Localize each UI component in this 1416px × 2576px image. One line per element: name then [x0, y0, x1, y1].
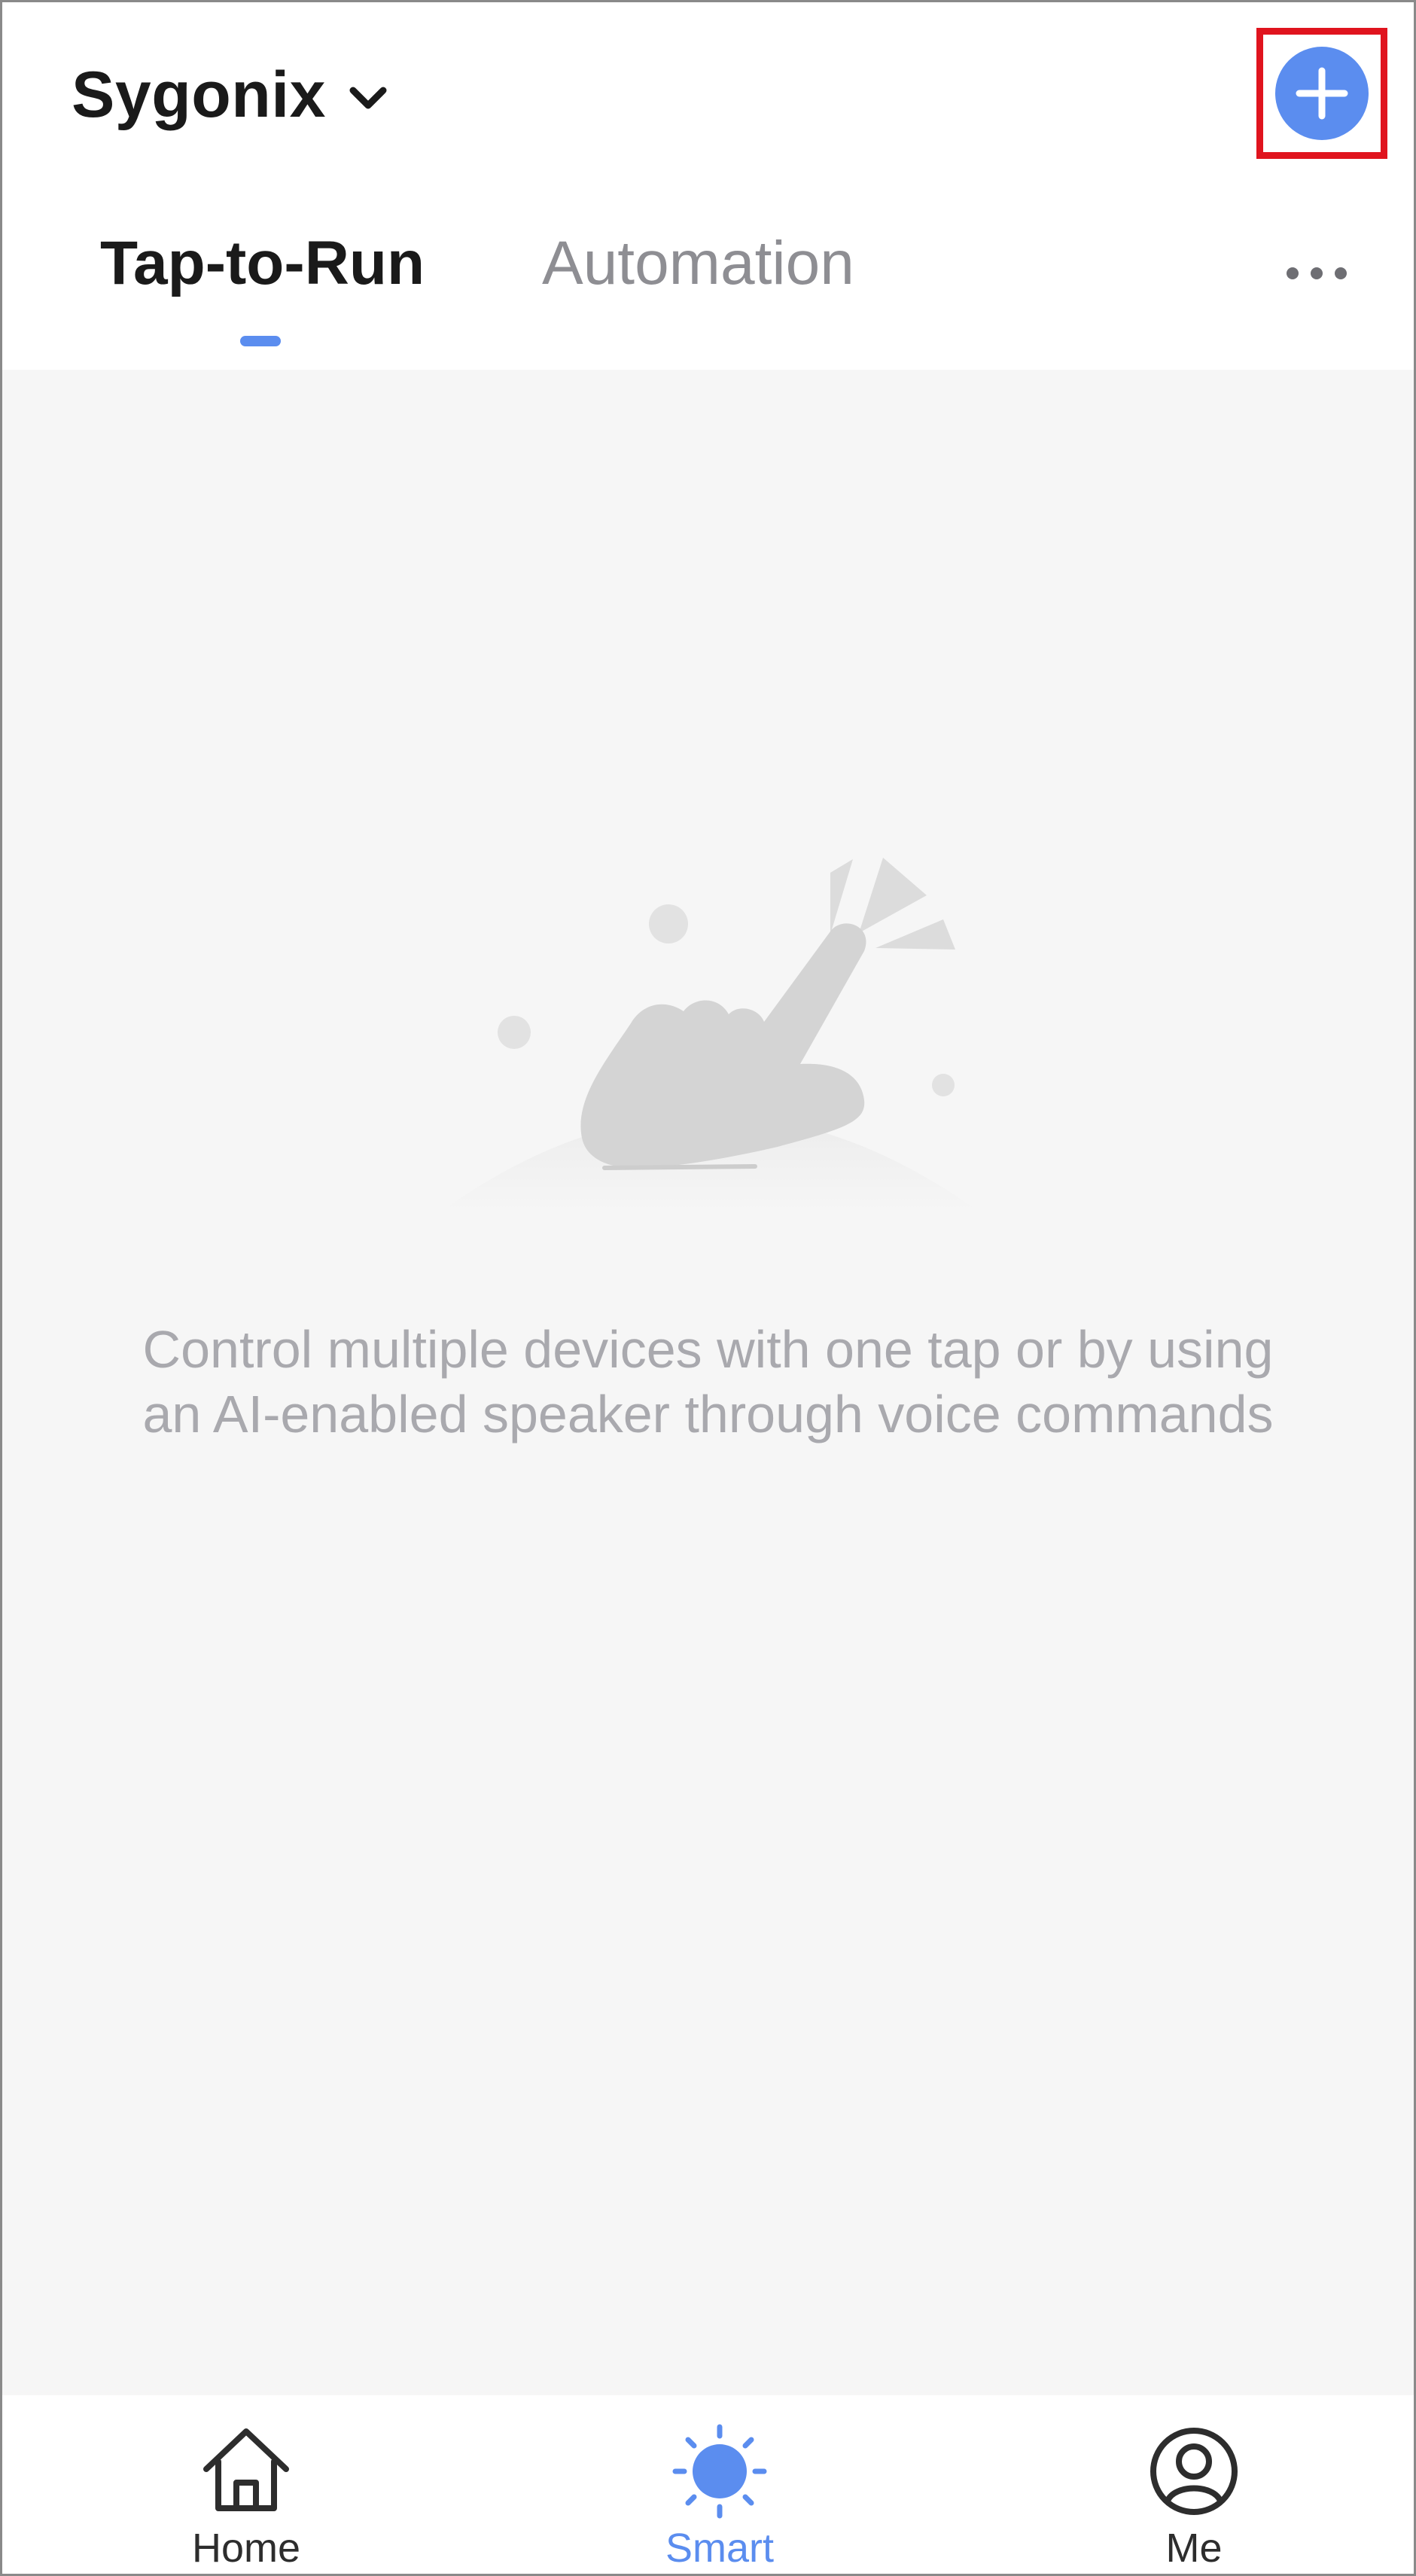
- empty-state-area: Control multiple devices with one tap or…: [2, 370, 1414, 2395]
- tab-tap-to-run[interactable]: Tap-to-Run: [100, 228, 425, 299]
- plus-circle-icon: [1296, 67, 1348, 120]
- add-scene-button[interactable]: [1275, 47, 1369, 140]
- empty-state-line-2: an AI-enabled speaker through voice comm…: [142, 1385, 1274, 1443]
- home-name: Sygonix: [72, 59, 327, 131]
- active-tab-indicator: [240, 336, 281, 346]
- empty-state-message: Control multiple devices with one tap or…: [2, 1317, 1414, 1447]
- empty-state-line-1: Control multiple devices with one tap or…: [142, 1320, 1274, 1379]
- app-screen: Sygonix Tap-to-Run Automation Control mu…: [0, 0, 1416, 2576]
- nav-home-label: Home: [191, 2526, 301, 2571]
- tap-hand-illustration: [424, 837, 996, 1228]
- nav-home[interactable]: Home: [126, 2395, 367, 2574]
- profile-icon: [1150, 2428, 1238, 2515]
- home-icon: [203, 2428, 289, 2511]
- scene-tabs: Tap-to-Run Automation: [2, 228, 1414, 371]
- nav-smart[interactable]: Smart: [599, 2395, 840, 2574]
- tab-automation[interactable]: Automation: [542, 228, 854, 299]
- bottom-navigation: Home Smart Me: [2, 2395, 1414, 2574]
- nav-me-label: Me: [1165, 2526, 1223, 2571]
- add-button-highlight: [1256, 28, 1387, 159]
- nav-me[interactable]: Me: [1073, 2395, 1314, 2574]
- home-selector[interactable]: Sygonix: [72, 58, 389, 133]
- top-bar: Sygonix: [2, 2, 1414, 198]
- chevron-down-icon: [349, 87, 387, 108]
- more-options-button[interactable]: [1279, 258, 1354, 288]
- smart-sun-icon: [672, 2424, 767, 2519]
- more-horizontal-icon: [1287, 267, 1347, 279]
- nav-smart-label: Smart: [665, 2526, 775, 2571]
